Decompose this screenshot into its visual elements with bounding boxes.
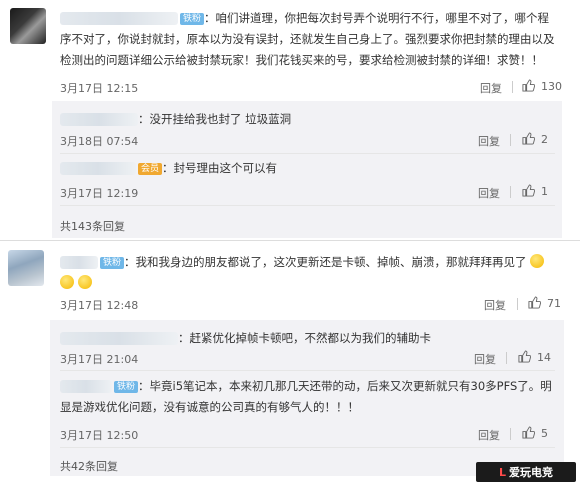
thumb-up-icon (522, 79, 535, 92)
emoji-icon (77, 275, 92, 289)
thumb-up-icon (522, 426, 535, 439)
like-button[interactable]: 5 (522, 426, 548, 440)
reply-button[interactable]: 回复 (478, 185, 500, 201)
like-button[interactable]: 2 (522, 132, 548, 146)
avatar[interactable] (10, 8, 46, 44)
reply-item: 会员 ：封号理由这个可以有 (60, 158, 555, 179)
like-button[interactable]: 71 (528, 296, 561, 310)
like-count: 14 (537, 351, 551, 364)
reply-button[interactable]: 回复 (480, 80, 502, 96)
reply-item: ：赶紧优化掉帧卡顿吧，不然都以为我们的辅助卡 (60, 328, 555, 349)
reply-item: 铁粉 ：毕竟i5笔记本，本来初几那几天还带的动，后来又次更新就只有30多PFS了。… (60, 376, 555, 418)
watermark-mark: L (498, 465, 506, 479)
reply-button[interactable]: 回复 (478, 133, 500, 149)
like-button[interactable]: 14 (518, 350, 551, 364)
reply-time: 3月18日 07:54 (60, 135, 139, 148)
member-badge: 会员 (138, 162, 163, 175)
like-count: 1 (541, 185, 548, 198)
reply-text: ：封号理由这个可以有 (162, 161, 278, 175)
emoji-icon (530, 254, 545, 268)
reply-text: ：没开挂给我也封了 垃圾蓝洞 (138, 112, 292, 126)
username-blurred[interactable] (60, 162, 136, 175)
fan-badge: 铁粉 (114, 380, 139, 393)
reply-item: ：没开挂给我也封了 垃圾蓝洞 (60, 109, 555, 130)
comment-body: 铁粉 ：我和我身边的朋友都说了，这次更新还是卡顿、掉帧、崩溃，那就拜拜再见了 (60, 252, 560, 290)
more-replies-link[interactable]: 共143条回复 (60, 218, 125, 234)
like-button[interactable]: 1 (522, 184, 548, 198)
comment-time: 3月17日 12:48 (60, 299, 139, 312)
avatar[interactable] (8, 250, 44, 286)
like-count: 130 (541, 80, 562, 93)
like-count: 5 (541, 427, 548, 440)
fan-badge: 铁粉 (100, 256, 125, 269)
username-blurred[interactable] (60, 380, 112, 393)
thumb-up-icon (522, 132, 535, 145)
username-blurred[interactable] (60, 332, 178, 345)
comment-text: ：我和我身边的朋友都说了，这次更新还是卡顿、掉帧、崩溃，那就拜拜再见了 (124, 255, 527, 269)
watermark-logo: L 爱玩电竞 (476, 462, 576, 482)
reply-time: 3月17日 12:50 (60, 429, 139, 442)
username-blurred[interactable] (60, 12, 178, 25)
username-blurred[interactable] (60, 113, 138, 126)
like-button[interactable]: 130 (522, 79, 562, 93)
thumb-up-icon (518, 350, 531, 363)
more-replies-link[interactable]: 共42条回复 (60, 458, 118, 474)
comment-time: 3月17日 12:15 (60, 82, 139, 95)
like-count: 71 (547, 297, 561, 310)
reply-button[interactable]: 回复 (474, 351, 496, 367)
comment-body: 铁粉 ：咱们讲道理，你把每次封号弄个说明行不行，哪里不对了，哪个程序不对了，你说封… (60, 8, 560, 71)
thumb-up-icon (522, 184, 535, 197)
watermark-text: 爱玩电竞 (509, 466, 553, 479)
reply-time: 3月17日 21:04 (60, 353, 139, 366)
fan-badge: 铁粉 (180, 12, 205, 25)
emoji-icon (60, 275, 74, 289)
reply-time: 3月17日 12:19 (60, 187, 139, 200)
reply-button[interactable]: 回复 (484, 297, 506, 313)
username-blurred[interactable] (60, 256, 98, 269)
reply-button[interactable]: 回复 (478, 427, 500, 443)
like-count: 2 (541, 133, 548, 146)
thumb-up-icon (528, 296, 541, 309)
reply-text: ：赶紧优化掉帧卡顿吧，不然都以为我们的辅助卡 (178, 331, 431, 345)
